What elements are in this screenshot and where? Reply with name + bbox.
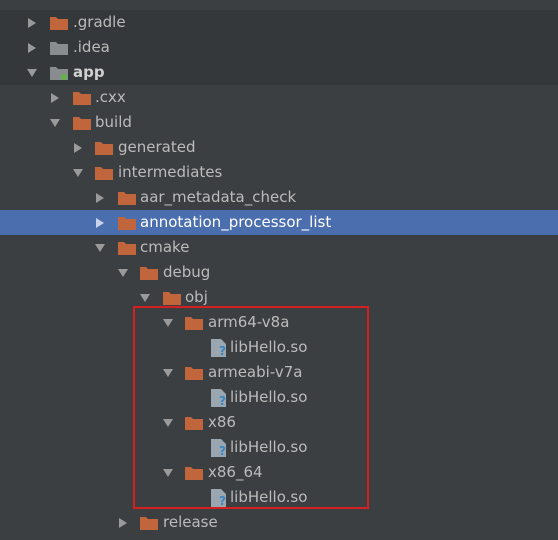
chevron-down-icon[interactable] [162, 460, 174, 485]
folder-icon [118, 215, 136, 230]
chevron-down-icon[interactable] [162, 360, 174, 385]
folder-icon [140, 265, 158, 280]
folder-icon [185, 365, 203, 380]
tree-node-aar-metadata-check[interactable]: aar_metadata_check [0, 185, 558, 210]
unknown-file-icon: ? [210, 388, 228, 408]
tree-node-armeabi-v7a[interactable]: armeabi-v7a [0, 360, 558, 385]
chevron-down-icon[interactable] [26, 60, 38, 85]
chevron-right-icon[interactable] [49, 85, 61, 110]
tree-node-cxx[interactable]: .cxx [0, 85, 558, 110]
tree-node-label: libHello.so [230, 488, 308, 506]
tree-node-cmake[interactable]: cmake [0, 235, 558, 260]
module-folder-icon [50, 65, 68, 80]
folder-icon [185, 315, 203, 330]
chevron-down-icon[interactable] [117, 260, 129, 285]
unknown-file-icon: ? [210, 438, 228, 458]
tree-node-debug[interactable]: debug [0, 260, 558, 285]
chevron-right-icon[interactable] [72, 135, 84, 160]
svg-text:?: ? [219, 394, 226, 408]
tree-node-label: cmake [140, 238, 190, 256]
svg-text:?: ? [219, 444, 226, 458]
tree-node-obj[interactable]: obj [0, 285, 558, 310]
tree-node-label: libHello.so [230, 338, 308, 356]
chevron-right-icon[interactable] [94, 185, 106, 210]
folder-icon [95, 165, 113, 180]
tree-node-libhello-arm64[interactable]: ? libHello.so [0, 335, 558, 360]
folder-icon [118, 190, 136, 205]
tree-node-label: obj [185, 288, 208, 306]
tree-node-libhello-x86[interactable]: ? libHello.so [0, 435, 558, 460]
tree-node-label: annotation_processor_list [140, 213, 332, 231]
tree-node-label: libHello.so [230, 388, 308, 406]
tree-node-x86[interactable]: x86 [0, 410, 558, 435]
tree-node-label: x86 [208, 413, 236, 431]
tree-node-label: arm64-v8a [208, 313, 290, 331]
project-tree: .gradle .idea app .cxx build generated i… [0, 10, 558, 535]
folder-icon [185, 415, 203, 430]
tree-node-label: .idea [73, 38, 110, 56]
svg-text:?: ? [219, 494, 226, 508]
tree-node-label: release [163, 513, 218, 531]
tree-node-x86-64[interactable]: x86_64 [0, 460, 558, 485]
tree-node-app[interactable]: app [0, 60, 558, 85]
tree-node-libhello-armeabi[interactable]: ? libHello.so [0, 385, 558, 410]
folder-icon [50, 40, 68, 55]
tree-node-label: x86_64 [208, 463, 263, 481]
tree-node-arm64-v8a[interactable]: arm64-v8a [0, 310, 558, 335]
chevron-down-icon[interactable] [94, 235, 106, 260]
tree-node-label: debug [163, 263, 211, 281]
tree-node-release[interactable]: release [0, 510, 558, 535]
tree-node-label: libHello.so [230, 438, 308, 456]
chevron-down-icon[interactable] [162, 310, 174, 335]
folder-icon [73, 90, 91, 105]
tree-node-label: .cxx [95, 88, 126, 106]
tree-node-annotation-processor-list[interactable]: annotation_processor_list [0, 210, 558, 235]
chevron-right-icon[interactable] [94, 210, 106, 235]
tree-node-label: app [73, 63, 105, 81]
tree-node-libhello-x86-64[interactable]: ? libHello.so [0, 485, 558, 510]
tree-node-label: armeabi-v7a [208, 363, 303, 381]
chevron-down-icon[interactable] [139, 285, 151, 310]
svg-text:?: ? [219, 344, 226, 358]
chevron-down-icon[interactable] [49, 110, 61, 135]
tree-node-label: aar_metadata_check [140, 188, 297, 206]
folder-icon [118, 240, 136, 255]
tree-node-gradle[interactable]: .gradle [0, 10, 558, 35]
tree-node-build[interactable]: build [0, 110, 558, 135]
folder-icon [73, 115, 91, 130]
tree-node-label: build [95, 113, 132, 131]
unknown-file-icon: ? [210, 488, 228, 508]
folder-icon [95, 140, 113, 155]
chevron-right-icon[interactable] [26, 10, 38, 35]
chevron-down-icon[interactable] [72, 160, 84, 185]
tree-node-generated[interactable]: generated [0, 135, 558, 160]
tree-node-idea[interactable]: .idea [0, 35, 558, 60]
folder-icon [140, 515, 158, 530]
chevron-right-icon[interactable] [26, 35, 38, 60]
unknown-file-icon: ? [210, 338, 228, 358]
tree-node-intermediates[interactable]: intermediates [0, 160, 558, 185]
tree-node-label: generated [118, 138, 196, 156]
chevron-right-icon[interactable] [117, 510, 129, 535]
chevron-down-icon[interactable] [162, 410, 174, 435]
tree-node-label: intermediates [118, 163, 223, 181]
folder-icon [50, 15, 68, 30]
folder-icon [163, 290, 181, 305]
folder-icon [185, 465, 203, 480]
tree-node-label: .gradle [73, 13, 126, 31]
